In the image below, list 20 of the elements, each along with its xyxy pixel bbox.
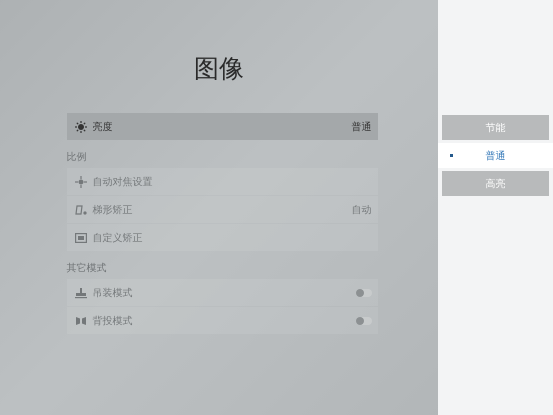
settings-row[interactable]: 吊装模式 — [66, 279, 378, 306]
focus-icon — [74, 176, 86, 188]
page-title: 图像 — [194, 53, 244, 85]
option-button[interactable]: 普通 — [438, 143, 553, 168]
keystone-icon — [74, 204, 86, 216]
sun-icon — [74, 120, 86, 132]
option-button[interactable]: 高亮 — [442, 171, 549, 196]
frame-icon — [74, 232, 86, 244]
ceiling-mount-icon — [74, 286, 86, 298]
settings-row[interactable]: 背投模式 — [66, 307, 378, 334]
rear-projection-icon — [74, 314, 86, 326]
section-heading: 其它模式 — [66, 263, 106, 275]
settings-row[interactable]: 亮度 普通 — [66, 113, 378, 140]
section-heading: 比例 — [66, 152, 86, 164]
toggle-switch[interactable] — [356, 288, 372, 296]
toggle-switch[interactable] — [356, 316, 372, 324]
settings-row[interactable]: 梯形矫正 自动 — [66, 196, 378, 223]
settings-row[interactable]: 自定义矫正 — [66, 224, 378, 251]
option-button[interactable]: 节能 — [442, 115, 549, 140]
settings-row[interactable]: 自动对焦设置 — [66, 168, 378, 195]
